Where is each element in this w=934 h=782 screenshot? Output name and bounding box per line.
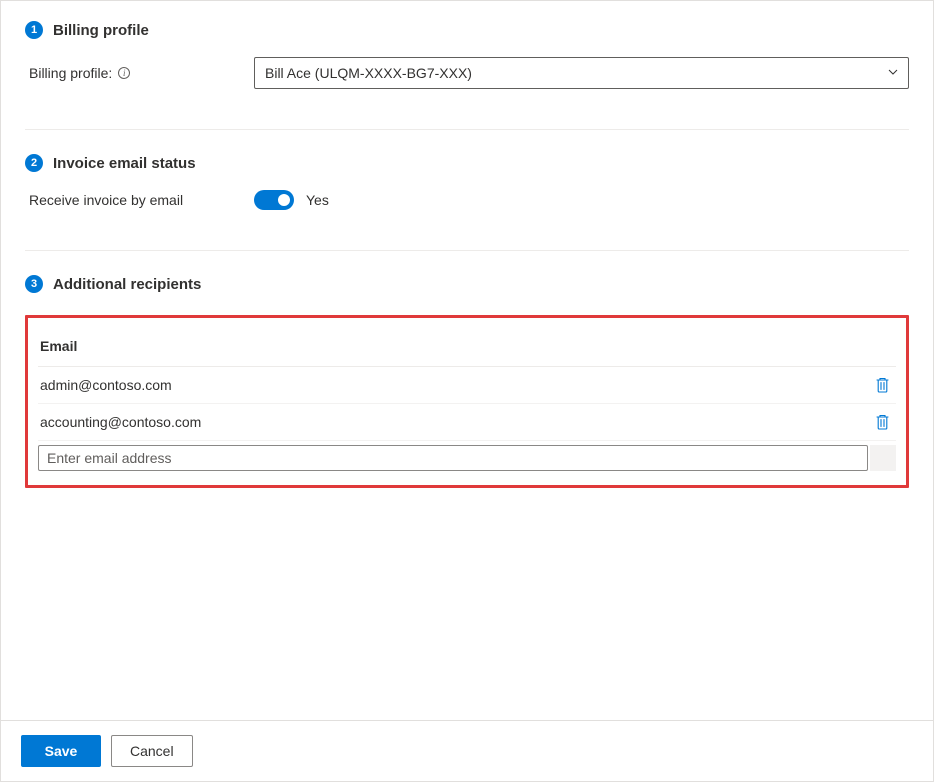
recipient-email: admin@contoso.com bbox=[40, 377, 172, 393]
section1-title: Billing profile bbox=[53, 22, 149, 39]
section3-title: Additional recipients bbox=[53, 276, 201, 293]
cancel-button[interactable]: Cancel bbox=[111, 735, 193, 767]
input-spacer bbox=[870, 445, 896, 471]
section1-header: 1 Billing profile bbox=[25, 21, 909, 39]
step3-badge: 3 bbox=[25, 275, 43, 293]
email-input[interactable] bbox=[38, 445, 868, 471]
recipient-row: accounting@contoso.com bbox=[38, 404, 896, 441]
toggle-thumb bbox=[278, 194, 290, 206]
toggle-wrap: Yes bbox=[254, 190, 329, 210]
billing-profile-select-wrap: Bill Ace (ULQM-XXXX-BG7-XXX) bbox=[254, 57, 909, 89]
divider-1 bbox=[25, 129, 909, 130]
delete-recipient-button[interactable] bbox=[873, 375, 892, 395]
toggle-value-label: Yes bbox=[306, 192, 329, 208]
delete-recipient-button[interactable] bbox=[873, 412, 892, 432]
email-input-row bbox=[38, 441, 896, 471]
trash-icon bbox=[875, 377, 890, 393]
info-icon[interactable]: i bbox=[118, 67, 130, 79]
footer: Save Cancel bbox=[1, 720, 933, 781]
save-button[interactable]: Save bbox=[21, 735, 101, 767]
section2-header: 2 Invoice email status bbox=[25, 154, 909, 172]
receive-invoice-toggle[interactable] bbox=[254, 190, 294, 210]
recipient-email: accounting@contoso.com bbox=[40, 414, 201, 430]
receive-invoice-label-text: Receive invoice by email bbox=[29, 192, 183, 208]
step1-badge: 1 bbox=[25, 21, 43, 39]
receive-invoice-label: Receive invoice by email bbox=[29, 192, 254, 208]
billing-profile-label: Billing profile: i bbox=[29, 65, 254, 81]
recipients-highlight-box: Email admin@contoso.com accounting@conto… bbox=[25, 315, 909, 488]
step2-badge: 2 bbox=[25, 154, 43, 172]
content-area: 1 Billing profile Billing profile: i Bil… bbox=[1, 1, 933, 720]
section2-title: Invoice email status bbox=[53, 155, 196, 172]
section3-header: 3 Additional recipients bbox=[25, 275, 909, 293]
billing-profile-selected-value: Bill Ace (ULQM-XXXX-BG7-XXX) bbox=[265, 65, 472, 81]
page-container: 1 Billing profile Billing profile: i Bil… bbox=[0, 0, 934, 782]
trash-icon bbox=[875, 414, 890, 430]
billing-profile-row: Billing profile: i Bill Ace (ULQM-XXXX-B… bbox=[29, 57, 909, 89]
recipients-column-header: Email bbox=[38, 332, 896, 367]
billing-profile-label-text: Billing profile: bbox=[29, 65, 112, 81]
divider-2 bbox=[25, 250, 909, 251]
billing-profile-select[interactable]: Bill Ace (ULQM-XXXX-BG7-XXX) bbox=[254, 57, 909, 89]
recipient-row: admin@contoso.com bbox=[38, 367, 896, 404]
receive-invoice-row: Receive invoice by email Yes bbox=[29, 190, 909, 210]
